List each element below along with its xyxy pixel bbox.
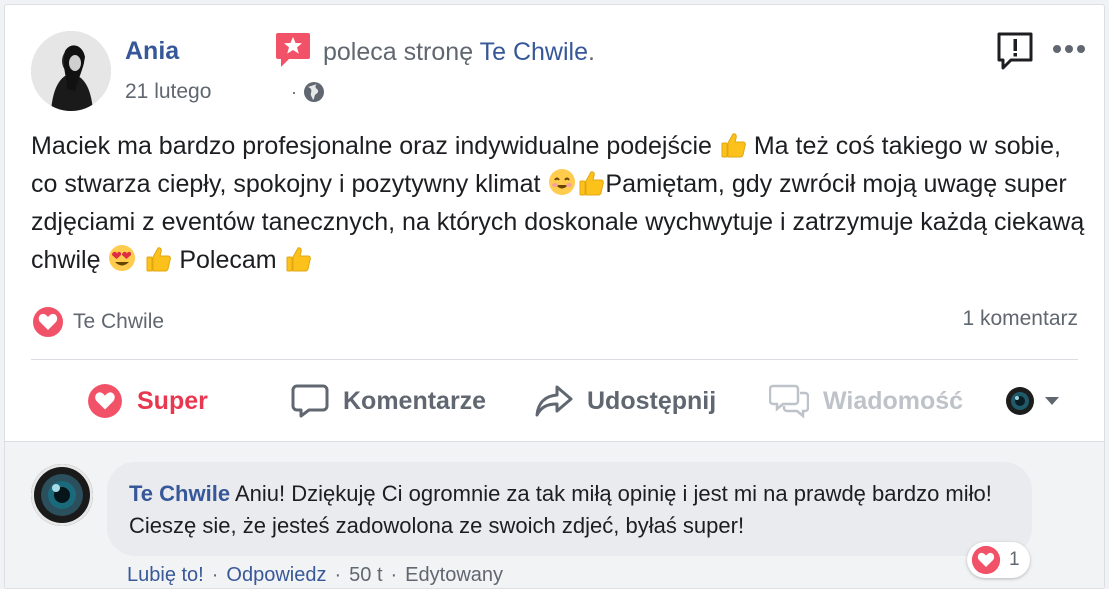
- super-label: Super: [137, 386, 208, 415]
- reaction-names[interactable]: Te Chwile: [73, 310, 164, 334]
- comment-author[interactable]: Te Chwile: [129, 481, 230, 506]
- post-date[interactable]: 21 lutego: [125, 80, 211, 104]
- comment-button[interactable]: Komentarze: [291, 375, 486, 427]
- smile-emoji: [549, 169, 576, 195]
- heart-eyes-emoji: [109, 245, 136, 271]
- globe-icon: [304, 82, 324, 102]
- thumbs-up-emoji: [146, 247, 172, 272]
- love-icon: [971, 545, 1001, 575]
- comment-icon: [291, 384, 329, 418]
- profile-switcher[interactable]: [1005, 375, 1061, 427]
- page-link[interactable]: Te Chwile: [480, 38, 588, 66]
- privacy: ·: [291, 81, 325, 103]
- post-text-part-4: Polecam: [172, 246, 284, 274]
- reactions-summary[interactable]: Te Chwile: [31, 305, 164, 339]
- post-text-part-1: Maciek ma bardzo profesjonalne oraz indy…: [31, 132, 719, 160]
- recommend-prefix: poleca stronę: [323, 38, 474, 66]
- like-link[interactable]: Lubię to!: [127, 564, 204, 587]
- recommend-icon: [276, 33, 310, 67]
- comment-label: Komentarze: [343, 386, 487, 415]
- edited-label[interactable]: Edytowany: [405, 564, 503, 587]
- comments-section: Te Chwile Aniu! Dziękuję Ci ogromnie za …: [5, 441, 1104, 588]
- reply-link[interactable]: Odpowiedz: [226, 564, 326, 587]
- message-button[interactable]: Wiadomość: [769, 375, 963, 427]
- comment-reaction-count: 1: [1009, 549, 1020, 570]
- love-icon: [88, 384, 122, 418]
- post-body: Maciek ma bardzo profesjonalne oraz indy…: [31, 127, 1091, 279]
- recommend-text: poleca stronę Te Chwile.: [323, 38, 595, 67]
- recommend-suffix: .: [587, 38, 595, 66]
- meta-separator: ·: [211, 564, 219, 586]
- comment-reactions[interactable]: 1: [967, 542, 1030, 578]
- comment-time[interactable]: 50 t: [349, 564, 382, 587]
- chevron-down-icon: [1045, 397, 1059, 405]
- meta-separator: ·: [334, 564, 342, 586]
- meta-separator: ·: [390, 564, 398, 586]
- comment-text: Aniu! Dziękuję Ci ogromnie za tak miłą o…: [129, 481, 992, 538]
- share-icon: [535, 385, 573, 417]
- share-label: Udostępnij: [587, 386, 717, 415]
- post-author[interactable]: Ania: [125, 37, 179, 66]
- comment-meta: Lubię to! · Odpowiedz · 50 t · Edytowany: [127, 564, 503, 587]
- love-icon: [31, 305, 65, 339]
- author-avatar[interactable]: [31, 31, 111, 111]
- thumbs-up-emoji: [579, 171, 605, 196]
- divider: [31, 359, 1078, 360]
- comments-count[interactable]: 1 komentarz: [962, 307, 1078, 331]
- super-button[interactable]: Super: [87, 375, 208, 427]
- message-label: Wiadomość: [823, 386, 964, 415]
- thumbs-up-emoji: [286, 247, 311, 272]
- post-card: Ania 21 lutego · poleca stronę Te Chwile…: [4, 4, 1105, 589]
- more-icon[interactable]: [1051, 41, 1087, 57]
- report-icon[interactable]: [995, 31, 1035, 71]
- page-avatar-icon: [1006, 387, 1034, 415]
- comment-bubble: Te Chwile Aniu! Dziękuję Ci ogromnie za …: [107, 462, 1032, 556]
- thumbs-up-emoji: [721, 133, 746, 158]
- message-icon: [769, 384, 809, 419]
- date-separator: ·: [291, 81, 297, 102]
- share-button[interactable]: Udostępnij: [535, 375, 716, 427]
- commenter-avatar[interactable]: [31, 464, 93, 526]
- action-bar: Super Komentarze Udostępnij Wiadomość: [5, 375, 1104, 427]
